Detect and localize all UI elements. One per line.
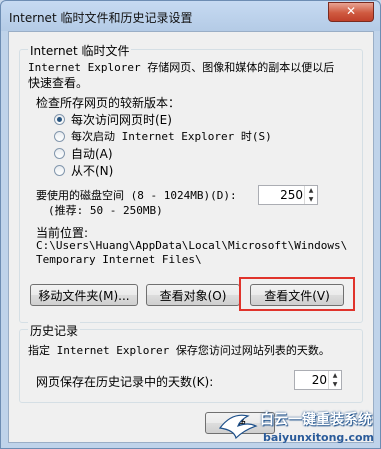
location-path-line2: Temporary Internet Files\ bbox=[36, 253, 202, 266]
radio-indicator[interactable] bbox=[54, 164, 65, 176]
history-description: 指定 Internet Explorer 保存您访问过网站列表的天数。 bbox=[28, 344, 330, 357]
history-group-title: 历史记录 bbox=[28, 322, 81, 339]
temp-files-description-line1: Internet Explorer 存储网页、图像和媒体的副本以便以后 bbox=[28, 61, 335, 74]
radio-indicator[interactable] bbox=[54, 147, 65, 159]
title-bar[interactable]: Internet 临时文件和历史记录设置 ✕ bbox=[1, 1, 380, 31]
disk-space-value: 250 bbox=[280, 188, 303, 202]
dialog-window: Internet 临时文件和历史记录设置 ✕ Internet 临时文件 Int… bbox=[0, 0, 381, 449]
disk-space-spinner[interactable]: 250 ▲ ▼ bbox=[258, 185, 318, 205]
move-folder-button[interactable]: 移动文件夹(M)... bbox=[30, 284, 138, 306]
radio-label: 每次启动 Internet Explorer 时(S) bbox=[71, 130, 272, 143]
radio-label: 自动(A) bbox=[71, 146, 113, 161]
close-icon: ✕ bbox=[345, 4, 357, 18]
history-days-label: 网页保存在历史记录中的天数(K): bbox=[36, 375, 214, 389]
radio-every-start[interactable]: 每次启动 Internet Explorer 时(S) bbox=[54, 128, 272, 144]
radio-indicator[interactable] bbox=[54, 113, 65, 125]
radio-never[interactable]: 从不(N) bbox=[54, 162, 113, 178]
radio-indicator[interactable] bbox=[54, 130, 65, 142]
temp-files-description-line2: 快速查看。 bbox=[28, 76, 89, 90]
watermark-url: baiyunxitong.com bbox=[262, 431, 374, 444]
window-title: Internet 临时文件和历史记录设置 bbox=[9, 11, 193, 25]
radio-automatic[interactable]: 自动(A) bbox=[54, 145, 113, 161]
dialog-client-area: Internet 临时文件 Internet Explorer 存储网页、图像和… bbox=[8, 31, 374, 443]
temp-files-group-title: Internet 临时文件 bbox=[28, 42, 132, 59]
close-button[interactable]: ✕ bbox=[328, 2, 374, 22]
view-objects-button[interactable]: 查看对象(O) bbox=[146, 284, 240, 306]
history-days-value: 20 bbox=[311, 373, 327, 387]
history-days-spinner[interactable]: 20 ▲ ▼ bbox=[294, 370, 342, 390]
history-group: 历史记录 bbox=[19, 322, 363, 403]
bird-logo-icon bbox=[218, 414, 258, 440]
view-files-button[interactable]: 查看文件(V) bbox=[250, 284, 344, 306]
radio-label: 每次访问网页时(E) bbox=[71, 112, 172, 127]
spinner-arrows-icon[interactable]: ▲ ▼ bbox=[328, 371, 341, 389]
watermark-title: 白云一键重装系统 bbox=[260, 412, 372, 428]
spinner-arrows-icon[interactable]: ▲ ▼ bbox=[304, 186, 317, 204]
location-path-line1: C:\Users\Huang\AppData\Local\Microsoft\W… bbox=[36, 239, 348, 252]
disk-space-label: 要使用的磁盘空间 (8 - 1024MB)(D): bbox=[36, 189, 237, 202]
radio-every-visit[interactable]: 每次访问网页时(E) bbox=[54, 111, 172, 127]
radio-label: 从不(N) bbox=[71, 163, 114, 178]
check-versions-label: 检查所存网页的较新版本： bbox=[36, 96, 181, 110]
disk-space-recommend: (推荐: 50 - 250MB) bbox=[48, 204, 163, 217]
watermark: 白云一键重装系统 baiyunxitong.com bbox=[218, 402, 378, 446]
